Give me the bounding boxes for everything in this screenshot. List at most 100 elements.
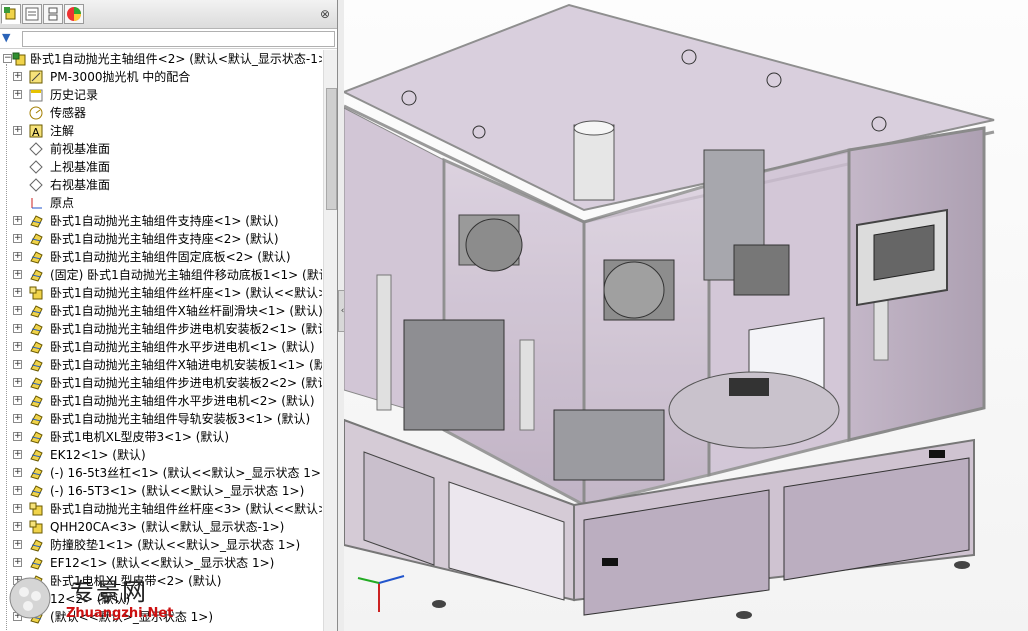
expand-icon[interactable]: + (13, 432, 22, 441)
tree-item[interactable]: 右视基准面 (0, 176, 322, 194)
annotation-icon: A (28, 123, 44, 139)
tree-item[interactable]: + 卧式1自动抛光主轴组件步进电机安装板2<1> (默认 (0, 320, 322, 338)
tree-item[interactable]: 传感器 (0, 104, 322, 122)
expand-icon[interactable]: + (13, 216, 22, 225)
tree-item[interactable]: + EK12<1> (默认) (0, 446, 322, 464)
tree-item[interactable]: + (-) 16-5t3丝杠<1> (默认<<默认>_显示状态 1>) (0, 464, 322, 482)
expand-icon[interactable]: + (13, 378, 22, 387)
configuration-icon (48, 7, 58, 21)
expand-icon[interactable]: + (13, 126, 22, 135)
tree-item-label: 防撞胶垫1<1> (默认<<默认>_显示状态 1>) (50, 538, 301, 552)
part-icon (28, 411, 44, 427)
tree-item[interactable]: + QHH20CA<3> (默认<默认_显示状态-1>) (0, 518, 322, 536)
tree-item[interactable]: + 卧式1自动抛光主轴组件丝杆座<3> (默认<<默认>_ (0, 500, 322, 518)
expand-icon[interactable]: + (13, 396, 22, 405)
tree-item[interactable]: + 卧式1电机XL型皮带3<1> (默认) (0, 428, 322, 446)
feature-tree-tab[interactable] (1, 4, 21, 24)
vertical-cylinder (573, 124, 615, 201)
tree-item-label: EK12<1> (默认) (50, 448, 146, 462)
part-icon (28, 555, 44, 571)
tree-item[interactable]: − 卧式1自动抛光主轴组件<2> (默认<默认_显示状态-1> (0, 50, 322, 68)
tree-item-label: 右视基准面 (50, 178, 111, 192)
expand-icon[interactable]: + (13, 360, 22, 369)
subassembly-icon (28, 285, 44, 301)
tree-item-label: 卧式1自动抛光主轴组件步进电机安装板2<1> (默认 (50, 322, 322, 336)
part-icon (28, 537, 44, 553)
expand-icon[interactable]: + (13, 270, 22, 279)
tree-item[interactable]: + 卧式1自动抛光主轴组件丝杆座<1> (默认<<默认>_ (0, 284, 322, 302)
scrollbar-thumb[interactable] (326, 88, 337, 210)
tree-item[interactable]: + 卧式1自动抛光主轴组件固定底板<2> (默认) (0, 248, 322, 266)
display-manager-tab[interactable] (64, 4, 84, 24)
part-icon (28, 447, 44, 463)
part-icon (28, 465, 44, 481)
tree-item[interactable]: + 卧式1自动抛光主轴组件步进电机安装板2<2> (默认 (0, 374, 322, 392)
subassembly-icon (28, 519, 44, 535)
tree-item[interactable]: + 卧式1自动抛光主轴组件支持座<1> (默认) (0, 212, 322, 230)
tree-item-label: 前视基准面 (50, 142, 111, 156)
tree-item[interactable]: + A 注解 (0, 122, 322, 140)
property-manager-tab[interactable] (22, 4, 42, 24)
tree-item[interactable]: + 历史记录 (0, 86, 322, 104)
tree-item[interactable]: + (固定) 卧式1自动抛光主轴组件移动底板1<1> (默认 (0, 266, 322, 284)
plane-icon (28, 159, 44, 175)
part-icon (28, 303, 44, 319)
expand-icon[interactable]: + (13, 324, 22, 333)
configuration-manager-tab[interactable] (43, 4, 63, 24)
tree-item[interactable]: 原点 (0, 194, 322, 212)
tree-item[interactable]: 前视基准面 (0, 140, 322, 158)
tree-item-label: 卧式1自动抛光主轴组件水平步进电机<1> (默认) (50, 340, 315, 354)
graphics-viewport[interactable] (344, 0, 1028, 631)
tree-item[interactable]: + PM-3000抛光机 中的配合 (0, 68, 322, 86)
tree-item[interactable]: + 防撞胶垫1<1> (默认<<默认>_显示状态 1>) (0, 536, 322, 554)
expand-icon[interactable]: + (13, 72, 22, 81)
expand-icon[interactable]: + (13, 342, 22, 351)
expand-icon[interactable]: + (13, 522, 22, 531)
history-icon (28, 87, 44, 103)
tree-item-label: PM-3000抛光机 中的配合 (50, 70, 191, 84)
watermark-en: Zhuangzhi.Net (66, 606, 174, 621)
part-icon (28, 357, 44, 373)
tree-item-label: QHH20CA<3> (默认<默认_显示状态-1>) (50, 520, 285, 534)
tree-item-label: (-) 16-5t3丝杠<1> (默认<<默认>_显示状态 1>) (50, 466, 322, 480)
tree-item-label: 卧式1自动抛光主轴组件丝杆座<1> (默认<<默认>_ (50, 286, 322, 300)
expand-icon[interactable]: + (13, 558, 22, 567)
tree-item[interactable]: + 卧式1自动抛光主轴组件水平步进电机<1> (默认) (0, 338, 322, 356)
panel-close-icon[interactable]: ⊗ (318, 7, 332, 21)
filter-icon[interactable]: ▼ (2, 31, 10, 44)
expand-icon[interactable]: + (13, 468, 22, 477)
tree-item[interactable]: + 卧式1自动抛光主轴组件支持座<2> (默认) (0, 230, 322, 248)
stepper-assembly (403, 319, 505, 431)
tree-item-label: 原点 (50, 196, 75, 210)
expand-icon[interactable]: + (13, 486, 22, 495)
tree-scrollbar[interactable] (323, 50, 337, 631)
expand-icon[interactable]: + (13, 90, 22, 99)
tree-item[interactable]: + (-) 16-5T3<1> (默认<<默认>_显示状态 1>) (0, 482, 322, 500)
tree-item-label: 卧式1自动抛光主轴组件水平步进电机<2> (默认) (50, 394, 315, 408)
subassembly-icon (28, 501, 44, 517)
display-pie-icon (67, 7, 81, 21)
expand-icon[interactable]: + (13, 288, 22, 297)
tree-item[interactable]: + 卧式1自动抛光主轴组件导轨安装板3<1> (默认) (0, 410, 322, 428)
tree-item[interactable]: + 卧式1自动抛光主轴组件X轴进电机安装板1<1> (默 (0, 356, 322, 374)
expand-icon[interactable]: + (13, 414, 22, 423)
expand-icon[interactable]: + (13, 450, 22, 459)
tree-item[interactable]: 上视基准面 (0, 158, 322, 176)
watermark-cn: 专景网 (70, 578, 148, 606)
expand-icon[interactable]: + (13, 234, 22, 243)
expand-icon[interactable]: + (13, 306, 22, 315)
mates-icon (28, 69, 44, 85)
part-icon (28, 213, 44, 229)
globe-logo-icon (9, 577, 51, 619)
expand-icon[interactable]: + (13, 504, 22, 513)
expand-icon[interactable]: + (13, 540, 22, 549)
machine-3d-model (344, 3, 995, 619)
part-icon (28, 339, 44, 355)
assembly-icon (11, 51, 27, 67)
tree-item-label: 卧式1自动抛光主轴组件支持座<1> (默认) (50, 214, 279, 228)
expand-icon[interactable]: + (13, 252, 22, 261)
tree-item[interactable]: + 卧式1自动抛光主轴组件水平步进电机<2> (默认) (0, 392, 322, 410)
tree-item-label: 卧式1自动抛光主轴组件支持座<2> (默认) (50, 232, 279, 246)
tree-item[interactable]: + 卧式1自动抛光主轴组件X轴丝杆副滑块<1> (默认) (0, 302, 322, 320)
filter-input[interactable] (22, 31, 335, 47)
